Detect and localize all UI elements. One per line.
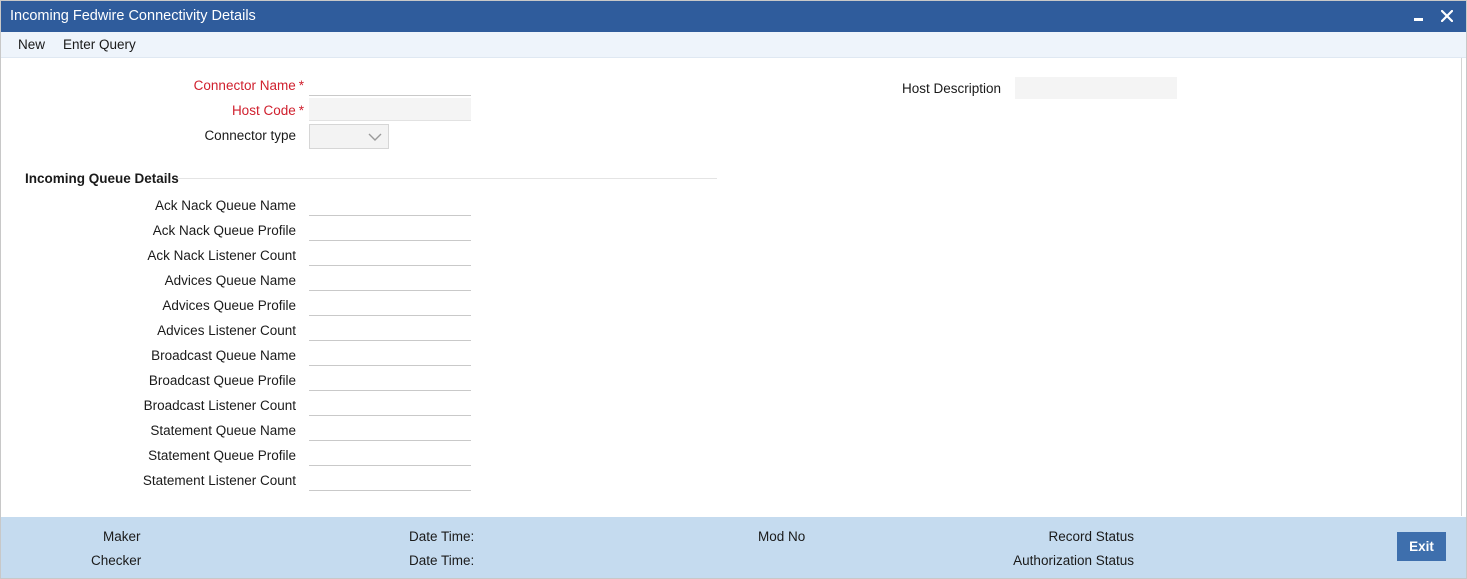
queue-field-label: Broadcast Listener Count [143, 398, 296, 413]
queue-field-label: Ack Nack Queue Profile [152, 223, 296, 238]
audit-footer: Maker Checker Date Time: Date Time: Mod … [1, 517, 1466, 578]
checker-label: Checker [91, 553, 142, 568]
maker-date-time-label: Date Time: [409, 529, 475, 544]
broadcast-queue-profile-field[interactable] [309, 368, 471, 391]
menu-enter-query[interactable]: Enter Query [63, 37, 136, 52]
host-code-label: Host Code * [231, 103, 304, 118]
queue-field-label: Broadcast Queue Profile [148, 373, 296, 388]
queue-field-label: Advices Queue Profile [162, 298, 296, 313]
title-bar: Incoming Fedwire Connectivity Details [1, 1, 1466, 32]
incoming-queue-section-title: Incoming Queue Details [25, 171, 179, 186]
maker-label: Maker [103, 529, 141, 544]
queue-field-label: Ack Nack Listener Count [147, 248, 296, 263]
section-divider [173, 178, 717, 179]
queue-field-label: Advices Queue Name [164, 273, 296, 288]
broadcast-queue-name-field[interactable] [309, 343, 471, 366]
mod-no-label: Mod No [758, 529, 806, 544]
advices-queue-name-field[interactable] [309, 268, 471, 291]
statement-listener-count-field[interactable] [309, 468, 471, 491]
queue-field-label: Statement Listener Count [142, 473, 296, 488]
advices-listener-count-field[interactable] [309, 318, 471, 341]
broadcast-listener-count-field[interactable] [309, 393, 471, 416]
statement-queue-name-field[interactable] [309, 418, 471, 441]
ack-nack-queue-profile-field[interactable] [309, 218, 471, 241]
queue-field-label: Broadcast Queue Name [151, 348, 296, 363]
host-description-field[interactable] [1015, 77, 1177, 99]
window-title: Incoming Fedwire Connectivity Details [10, 8, 256, 24]
queue-field-label: Ack Nack Queue Name [154, 198, 296, 213]
chevron-down-icon [368, 133, 382, 141]
queue-field-label: Advices Listener Count [157, 323, 296, 338]
authorization-status-label: Authorization Status [1013, 553, 1134, 568]
connector-name-field[interactable] [309, 73, 471, 96]
ack-nack-listener-count-field[interactable] [309, 243, 471, 266]
window: Incoming Fedwire Connectivity Details Ne… [0, 0, 1467, 579]
connector-type-label: Connector type [204, 128, 296, 143]
advices-queue-profile-field[interactable] [309, 293, 471, 316]
connector-name-label: Connector Name * [193, 78, 304, 93]
scroll-edge [1461, 58, 1462, 516]
menu-bar: New Enter Query [1, 32, 1466, 58]
minimize-icon[interactable] [1410, 7, 1428, 25]
queue-field-label: Statement Queue Profile [148, 448, 296, 463]
record-status-label: Record Status [1048, 529, 1134, 544]
exit-button[interactable]: Exit [1397, 532, 1446, 561]
statement-queue-profile-field[interactable] [309, 443, 471, 466]
ack-nack-queue-name-field[interactable] [309, 193, 471, 216]
checker-date-time-label: Date Time: [409, 553, 475, 568]
host-code-field[interactable] [309, 98, 471, 121]
queue-field-label: Statement Queue Name [150, 423, 296, 438]
connector-type-select[interactable] [309, 124, 389, 149]
menu-new[interactable]: New [18, 37, 45, 52]
close-icon[interactable] [1438, 7, 1456, 25]
host-description-label: Host Description [901, 81, 1001, 96]
